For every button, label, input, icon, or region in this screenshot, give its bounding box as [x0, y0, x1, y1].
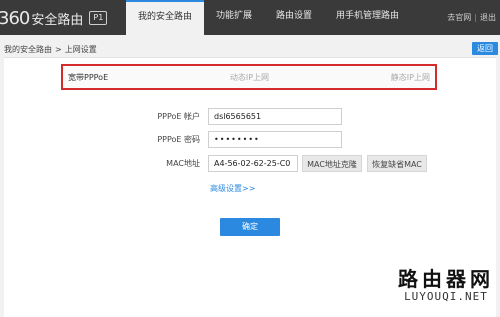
top-links-separator: |: [474, 13, 477, 22]
breadcrumb-root[interactable]: 我的安全路由: [4, 45, 52, 54]
mac-input[interactable]: A4-56-02-62-25-C0: [208, 155, 298, 172]
watermark-title: 路由器网: [398, 267, 494, 291]
tab-dynamic-ip[interactable]: 动态IP上网: [230, 72, 269, 83]
tab-pppoe[interactable]: 宽带PPPoE: [68, 72, 108, 83]
breadcrumb-current: 上网设置: [64, 45, 97, 54]
nav-mobile-manage[interactable]: 用手机管理路由: [324, 0, 411, 35]
model-badge: P1: [89, 11, 108, 25]
logo-mark: 360: [0, 7, 30, 29]
submit-button[interactable]: 确定: [220, 218, 280, 236]
top-links: 去官网 | 退出: [447, 0, 496, 35]
password-label: PPPoE 密码: [157, 135, 200, 144]
logo-text: 安全路由: [31, 12, 84, 28]
nav-extensions[interactable]: 功能扩展: [204, 0, 264, 35]
breadcrumb: 我的安全路由 > 上网设置: [4, 44, 97, 55]
top-bar: 360 安全路由 P1 我的安全路由 功能扩展 路由设置 用手机管理路由 去官网…: [0, 0, 500, 37]
mac-label: MAC地址: [166, 159, 200, 168]
nav-my-router[interactable]: 我的安全路由: [126, 0, 205, 37]
main-nav: 我的安全路由 功能扩展 路由设置 用手机管理路由: [126, 0, 411, 37]
logo[interactable]: 360 安全路由 P1: [0, 4, 108, 32]
breadcrumb-arrow: >: [55, 45, 62, 54]
nav-router-settings[interactable]: 路由设置: [264, 0, 324, 35]
account-input[interactable]: dsl6565651: [208, 108, 342, 125]
account-label: PPPoE 帐户: [157, 112, 200, 121]
watermark: 路由器网 LUYOUQI.NET: [393, 268, 499, 303]
password-input[interactable]: ••••••••: [208, 131, 342, 148]
watermark-subtitle: LUYOUQI.NET: [404, 290, 488, 303]
restore-mac-button[interactable]: 恢复缺省MAC: [367, 155, 427, 172]
official-site-link[interactable]: 去官网: [447, 13, 471, 22]
logout-link[interactable]: 退出: [480, 13, 496, 22]
tab-static-ip[interactable]: 静态IP上网: [391, 72, 430, 83]
back-button[interactable]: 返回: [472, 42, 498, 55]
connection-type-tabs: 宽带PPPoE 动态IP上网 静态IP上网: [61, 64, 437, 90]
advanced-settings-link[interactable]: 高级设置>>: [210, 183, 255, 194]
clone-mac-button[interactable]: MAC地址克隆: [302, 155, 362, 172]
